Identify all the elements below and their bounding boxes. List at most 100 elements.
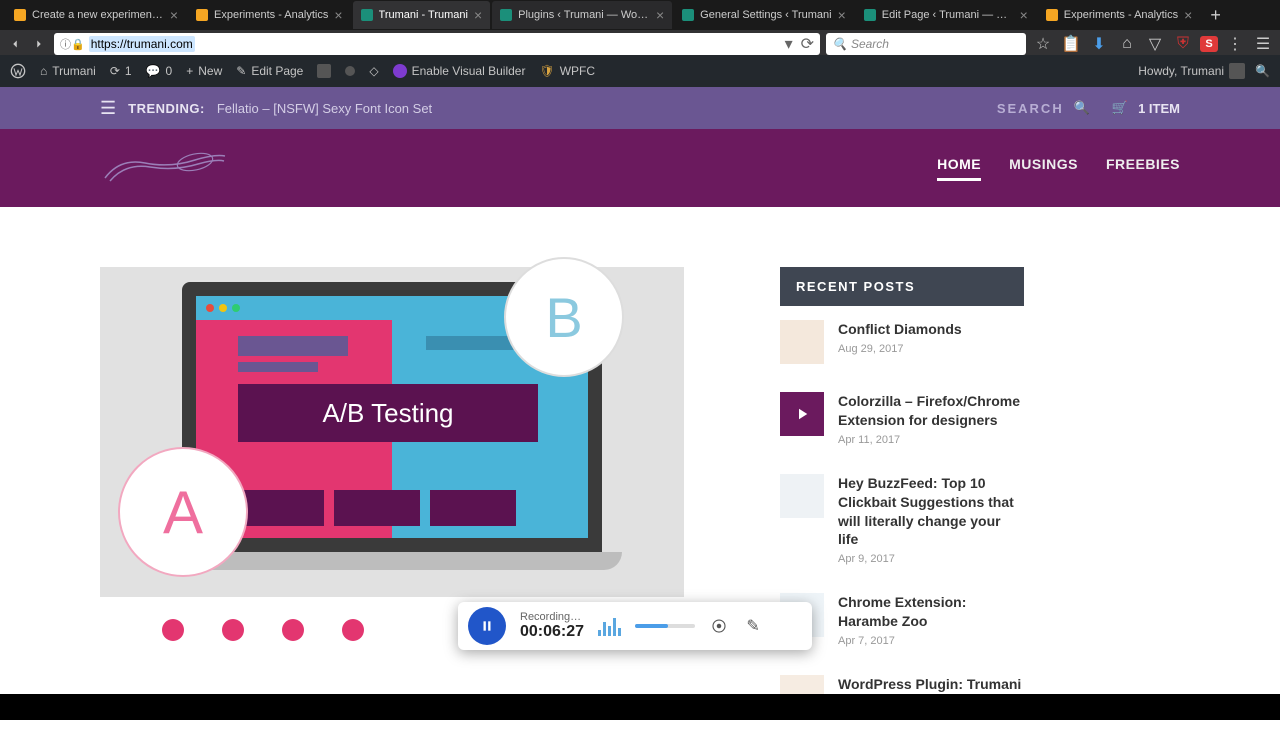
wp-updates-count: 1 [125, 64, 132, 78]
post-title: Conflict Diamonds [838, 320, 962, 339]
recent-post-item[interactable]: Conflict Diamonds Aug 29, 2017 [780, 306, 1024, 378]
home-icon[interactable]: ⌂ [1116, 33, 1138, 55]
cart-label: 1 ITEM [1138, 101, 1180, 116]
plus-icon: + [186, 64, 193, 78]
primary-nav: HOME MUSINGS FREEBIES [937, 156, 1180, 181]
pocket-icon[interactable]: ▽ [1144, 33, 1166, 55]
recent-post-item[interactable]: Chrome Extension: Harambe Zoo Apr 7, 201… [780, 579, 1024, 661]
browser-tab[interactable]: Create a new experiment - ( × [6, 1, 186, 29]
wp-edit-label: Edit Page [251, 64, 303, 78]
tab-favicon [361, 9, 373, 21]
reload-icon[interactable]: ⟳ [801, 34, 814, 54]
post-date: Apr 9, 2017 [838, 553, 1024, 565]
webcam-toggle-icon[interactable] [709, 616, 729, 636]
browser-tab[interactable]: Plugins ‹ Trumani — WordP × [492, 1, 672, 29]
carousel-dot[interactable] [162, 619, 184, 641]
page-content: A/B Testing B A RECENT POSTS Conflict Di… [0, 207, 1280, 733]
browser-tab[interactable]: Experiments - Analytics × [1038, 1, 1201, 29]
screen-recorder-overlay[interactable]: Recording… 00:06:27 ✎ [458, 602, 812, 650]
recent-post-item[interactable]: Hey BuzzFeed: Top 10 Clickbait Suggestio… [780, 460, 1024, 580]
tab-close-icon[interactable]: × [334, 8, 342, 22]
browser-search-box[interactable]: 🔍 Search [826, 33, 1026, 55]
hamburger-icon[interactable]: ☰ [1252, 33, 1274, 55]
back-button[interactable] [6, 35, 24, 53]
site-logo[interactable] [100, 148, 230, 188]
url-text[interactable]: https://trumani.com [89, 36, 195, 52]
nav-item-musings[interactable]: MUSINGS [1009, 156, 1078, 181]
download-icon[interactable]: ⬇ [1088, 33, 1110, 55]
wp-site-name: Trumani [52, 64, 96, 78]
pause-button[interactable] [468, 607, 506, 645]
variant-a-circle: A [118, 447, 248, 577]
carousel-dot[interactable] [282, 619, 304, 641]
clipboard-icon[interactable]: 📋 [1060, 33, 1082, 55]
recording-status: Recording… [520, 611, 584, 623]
tab-favicon [500, 9, 512, 21]
nav-item-home[interactable]: HOME [937, 156, 981, 181]
home-icon: ⌂ [40, 64, 47, 78]
wp-howdy-label: Howdy, Trumani [1138, 64, 1224, 78]
wp-comments[interactable]: 💬 0 [146, 64, 173, 78]
wp-updates[interactable]: ⟳ 1 [110, 64, 132, 78]
wp-wpfc[interactable]: 🛡 WPFC [539, 64, 595, 78]
wp-yoast[interactable] [317, 64, 331, 78]
post-title: Hey BuzzFeed: Top 10 Clickbait Suggestio… [838, 474, 1024, 550]
dropdown-icon[interactable]: ▾ [785, 34, 793, 54]
browser-tab[interactable]: Trumani - Trumani × [353, 1, 491, 29]
site-info-icon[interactable]: ⓘ [60, 36, 71, 52]
wp-site-link[interactable]: ⌂ Trumani [40, 64, 96, 78]
wp-dot[interactable] [345, 66, 355, 76]
post-thumbnail [780, 320, 824, 364]
ublock-icon[interactable]: ⛨ [1172, 33, 1194, 55]
tab-close-icon[interactable]: × [656, 8, 664, 22]
nav-item-freebies[interactable]: FREEBIES [1106, 156, 1180, 181]
cart-link[interactable]: 🛒 1 ITEM [1112, 100, 1180, 116]
carousel-dot[interactable] [222, 619, 244, 641]
updates-icon: ⟳ [110, 64, 120, 78]
tab-close-icon[interactable]: × [474, 8, 482, 22]
site-search[interactable]: SEARCH 🔍 [997, 100, 1092, 116]
wp-enable-vb[interactable]: Enable Visual Builder [393, 64, 526, 78]
forward-button[interactable] [30, 35, 48, 53]
wp-new[interactable]: + New [186, 64, 222, 78]
wp-howdy[interactable]: Howdy, Trumani [1138, 63, 1245, 79]
wp-comments-count: 0 [166, 64, 173, 78]
menu-icon[interactable]: ☰ [100, 98, 116, 119]
url-bar-row: ⓘ 🔒 https://trumani.com ▾ ⟳ 🔍 Search ☆ 📋… [0, 30, 1280, 58]
wp-logo[interactable] [10, 63, 26, 79]
wp-edit-page[interactable]: ✎ Edit Page [236, 64, 303, 78]
wp-search-icon[interactable]: 🔍 [1255, 64, 1270, 78]
draw-pencil-icon[interactable]: ✎ [743, 616, 763, 636]
tab-favicon [682, 9, 694, 21]
url-input[interactable]: ⓘ 🔒 https://trumani.com ▾ ⟳ [54, 33, 820, 55]
divi-icon [393, 64, 407, 78]
recent-posts-heading: RECENT POSTS [780, 267, 1024, 306]
trending-link[interactable]: Fellatio – [NSFW] Sexy Font Icon Set [217, 101, 432, 116]
wp-divi-icon[interactable]: ◇ [369, 64, 378, 78]
recent-post-item[interactable]: Colorzilla – Firefox/Chrome Extension fo… [780, 378, 1024, 460]
tab-favicon [14, 9, 26, 21]
tab-label: General Settings ‹ Trumani [700, 9, 831, 21]
tab-label: Experiments - Analytics [1064, 9, 1178, 21]
carousel-dot[interactable] [342, 619, 364, 641]
browser-tab[interactable]: Edit Page ‹ Trumani — Wor × [856, 1, 1036, 29]
post-thumbnail [780, 474, 824, 518]
wp-divi-label: Enable Visual Builder [412, 64, 526, 78]
tab-label: Create a new experiment - ( [32, 9, 164, 21]
tab-close-icon[interactable]: × [1184, 8, 1192, 22]
search-placeholder: Search [851, 37, 889, 51]
tab-close-icon[interactable]: × [170, 8, 178, 22]
post-title: Chrome Extension: Harambe Zoo [838, 593, 1024, 631]
browser-tab[interactable]: General Settings ‹ Trumani × [674, 1, 854, 29]
tab-close-icon[interactable]: × [1020, 8, 1028, 22]
bookmark-star-icon[interactable]: ☆ [1032, 33, 1054, 55]
tab-favicon [1046, 9, 1058, 21]
overflow-icon[interactable]: ⋮ [1224, 33, 1246, 55]
browser-tab[interactable]: Experiments - Analytics × [188, 1, 351, 29]
volume-slider[interactable] [635, 624, 695, 628]
stylus-icon[interactable]: S [1200, 36, 1218, 52]
tab-close-icon[interactable]: × [838, 8, 846, 22]
new-tab-button[interactable]: + [1202, 5, 1229, 26]
hero-image[interactable]: A/B Testing B A [100, 267, 684, 597]
tab-label: Experiments - Analytics [214, 9, 328, 21]
